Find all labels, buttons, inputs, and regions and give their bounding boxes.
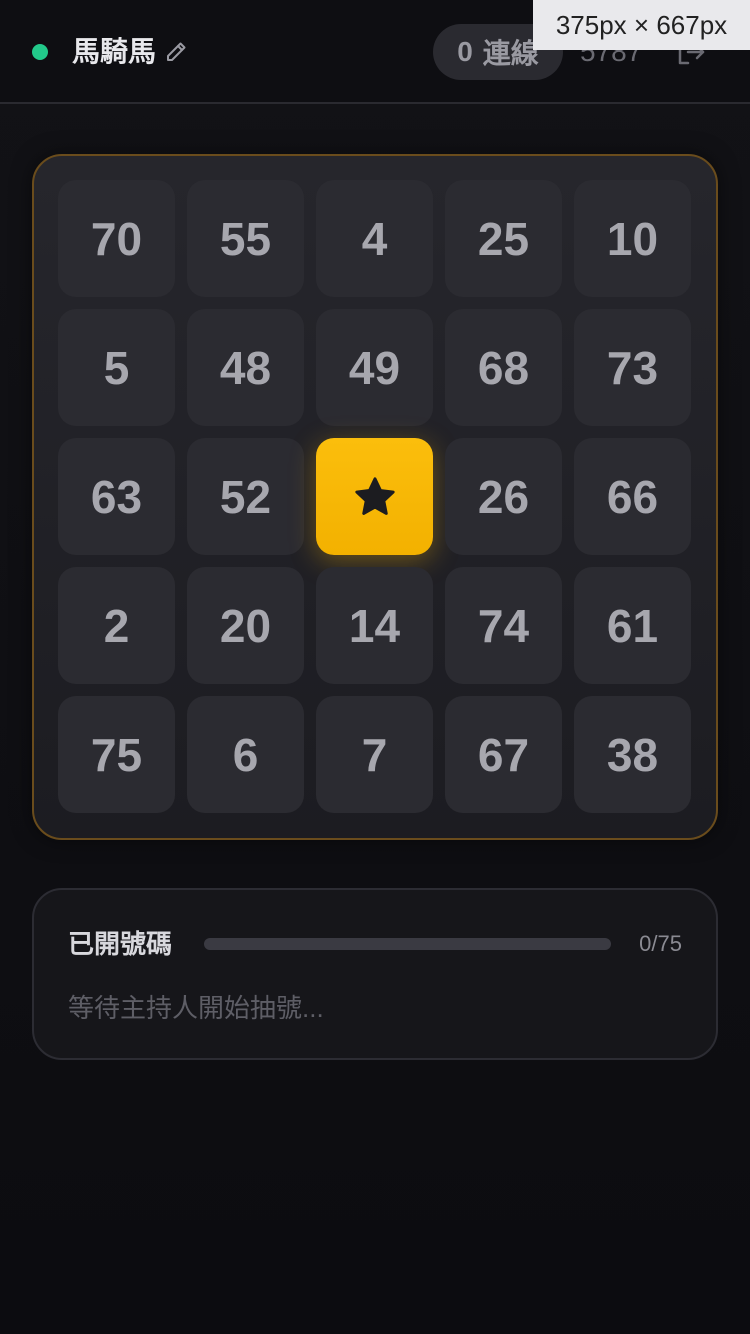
- free-cell[interactable]: [316, 438, 433, 555]
- bingo-cell[interactable]: 48: [187, 309, 304, 426]
- bingo-cell[interactable]: 61: [574, 567, 691, 684]
- bingo-cell[interactable]: 6: [187, 696, 304, 813]
- player-name: 馬騎馬: [72, 36, 157, 67]
- bingo-cell[interactable]: 2: [58, 567, 175, 684]
- bingo-cell[interactable]: 14: [316, 567, 433, 684]
- viewport-size-tooltip: 375px × 667px: [533, 0, 750, 50]
- bingo-cell[interactable]: 4: [316, 180, 433, 297]
- draw-progress-text: 0/75: [639, 931, 682, 956]
- online-status-indicator: [32, 44, 48, 60]
- drawn-numbers-title: 已開號碼: [68, 929, 173, 959]
- bingo-cell[interactable]: 26: [445, 438, 562, 555]
- bingo-grid: 70 55 4 25 10 5 48 49 68 73 63 52 26 66 2 20 14 74 61 75 6 7 6…: [58, 180, 691, 813]
- bingo-board: 70 55 4 25 10 5 48 49 68 73 63 52 26 66 2 20 14 74 61 75 6 7 6…: [32, 154, 718, 840]
- draw-progress-bar: [204, 938, 611, 950]
- bingo-cell[interactable]: 5: [58, 309, 175, 426]
- lines-label: 連線: [482, 38, 539, 69]
- pencil-icon[interactable]: [164, 40, 188, 64]
- bingo-cell[interactable]: 49: [316, 309, 433, 426]
- bingo-cell[interactable]: 55: [187, 180, 304, 297]
- bingo-cell[interactable]: 70: [58, 180, 175, 297]
- bingo-cell[interactable]: 25: [445, 180, 562, 297]
- bingo-cell[interactable]: 20: [187, 567, 304, 684]
- bingo-cell[interactable]: 52: [187, 438, 304, 555]
- bingo-cell[interactable]: 63: [58, 438, 175, 555]
- bingo-cell[interactable]: 7: [316, 696, 433, 813]
- bingo-cell[interactable]: 73: [574, 309, 691, 426]
- bingo-cell[interactable]: 67: [445, 696, 562, 813]
- bingo-cell[interactable]: 75: [58, 696, 175, 813]
- waiting-message: 等待主持人開始抽號...: [68, 993, 324, 1023]
- top-bar: 馬騎馬 0 連線 5787 375px × 667px: [0, 0, 750, 104]
- bingo-cell[interactable]: 66: [574, 438, 691, 555]
- lines-count: 0: [457, 36, 473, 67]
- bingo-cell[interactable]: 74: [445, 567, 562, 684]
- bingo-cell[interactable]: 68: [445, 309, 562, 426]
- bingo-cell[interactable]: 38: [574, 696, 691, 813]
- drawn-numbers-panel: 已開號碼 0/75 等待主持人開始抽號...: [32, 888, 718, 1060]
- star-icon: [354, 476, 395, 515]
- bingo-cell[interactable]: 10: [574, 180, 691, 297]
